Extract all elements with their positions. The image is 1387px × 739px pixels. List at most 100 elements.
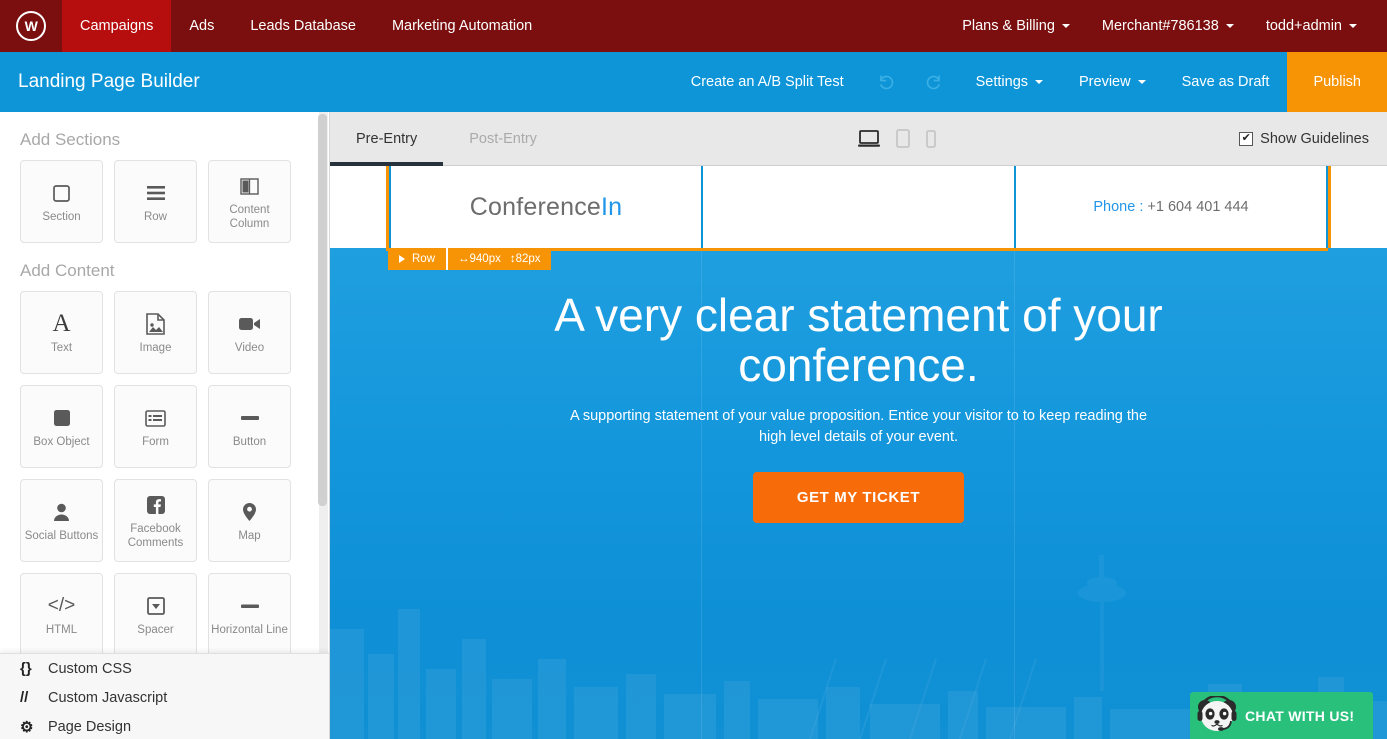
tile-facebook-comments[interactable]: Facebook Comments [114,479,197,562]
undo-icon [879,75,893,90]
tile-spacer[interactable]: Spacer [114,573,197,656]
tile-image-label: Image [139,342,172,355]
custom-javascript-label: Custom Javascript [48,689,168,706]
facebook-icon [146,490,165,520]
device-tablet-button[interactable] [896,129,910,148]
preview-button[interactable]: Preview [1061,52,1164,112]
site-logo-accent: In [601,192,623,221]
header-phone-cell[interactable]: Phone : +1 604 401 444 [1016,166,1326,248]
row-badge-left[interactable]: Row [388,253,446,265]
tile-content-column-label: Content Column [229,204,270,230]
page-header-row[interactable]: ConferenceIn Phone : +1 604 401 444 [330,166,1387,248]
tile-text-label: Text [50,342,73,355]
main-nav-items: Campaigns Ads Leads Database Marketing A… [62,0,550,52]
tile-map[interactable]: Map [208,479,291,562]
guideline-orange-right [1328,166,1331,248]
tile-html-label: HTML [45,624,78,637]
nav-item-ads[interactable]: Ads [171,0,232,52]
redo-button[interactable] [910,52,958,112]
tile-box-object[interactable]: Box Object [20,385,103,468]
tab-post-entry[interactable]: Post-Entry [443,112,563,166]
tile-video[interactable]: Video [208,291,291,374]
settings-button[interactable]: Settings [958,52,1061,112]
custom-css-button[interactable]: {} Custom CSS [0,654,329,683]
save-as-draft-button[interactable]: Save as Draft [1164,52,1288,112]
horizontal-line-icon [240,591,260,621]
tile-social-buttons[interactable]: Social Buttons [20,479,103,562]
site-logo-text: ConferenceIn [470,193,623,222]
header-middle-cell[interactable] [703,166,1014,248]
tile-row[interactable]: Row [114,160,197,243]
sidebar-scrollbar-track[interactable] [318,112,328,739]
tile-button[interactable]: Button [208,385,291,468]
nav-item-merchant[interactable]: Merchant#786138 [1086,0,1250,52]
image-icon [146,309,165,339]
header-logo-cell[interactable]: ConferenceIn [391,166,701,248]
tab-pre-entry[interactable]: Pre-Entry [330,112,444,166]
chevron-down-icon [1137,80,1146,84]
tile-html[interactable]: </> HTML [20,573,103,656]
tile-box-object-label: Box Object [33,436,90,449]
sidebar-scroll-area: Add Sections Section Row Content Column … [0,112,320,739]
toolbar-actions: Create an A/B Split Test Settings Previe… [673,52,1387,112]
columns-icon [240,171,259,201]
chat-widget[interactable]: CHAT WITH US! [1190,692,1373,739]
nav-item-plans-billing[interactable]: Plans & Billing [946,0,1086,52]
custom-javascript-button[interactable]: // Custom Javascript [0,683,329,712]
tile-form[interactable]: Form [114,385,197,468]
page-design-button[interactable]: ⚙ Page Design [0,712,329,739]
chevron-down-icon [1349,24,1357,28]
hero-headline[interactable]: A very clear statement of your conferenc… [539,290,1179,390]
tile-section-label: Section [42,211,81,224]
add-content-heading: Add Content [20,261,115,280]
nav-item-leads-database[interactable]: Leads Database [232,0,374,52]
chevron-down-icon [1035,80,1044,84]
nav-item-plans-billing-label: Plans & Billing [962,18,1055,34]
undo-button[interactable] [862,52,910,112]
tile-row-label: Row [143,211,167,224]
brand-logo[interactable]: W [0,0,62,52]
tile-form-label: Form [142,436,169,449]
row-width-metric: ↔940px [458,253,501,265]
show-guidelines-toggle[interactable]: ✔ Show Guidelines [1239,131,1369,147]
hero-subtext[interactable]: A supporting statement of your value pro… [559,406,1159,447]
create-ab-split-test-button[interactable]: Create an A/B Split Test [673,52,862,112]
settings-label: Settings [975,74,1029,90]
top-navigation-bar: W Campaigns Ads Leads Database Marketing… [0,0,1387,52]
sidebar-footer-panel: {} Custom CSS // Custom Javascript ⚙ Pag… [0,653,329,739]
sidebar-scrollbar-thumb[interactable] [318,114,327,506]
builder-sidebar: Add Sections Section Row Content Column … [0,112,330,739]
row-height-value: 82px [515,253,541,265]
spacer-icon [146,591,165,621]
custom-css-label: Custom CSS [48,660,132,677]
tile-text[interactable]: A Text [20,291,103,374]
double-slash-icon: // [20,689,29,706]
account-nav-items: Plans & Billing Merchant#786138 todd+adm… [946,0,1387,52]
get-my-ticket-button[interactable]: GET MY TICKET [752,471,965,523]
tile-image[interactable]: Image [114,291,197,374]
device-mobile-button[interactable] [926,129,936,148]
tile-spacer-label: Spacer [137,624,174,637]
page-canvas[interactable]: ConferenceIn Phone : +1 604 401 444 Row … [330,166,1387,739]
tile-section[interactable]: Section [20,160,103,243]
nav-item-campaigns[interactable]: Campaigns [62,0,172,52]
nav-item-marketing-automation[interactable]: Marketing Automation [374,0,550,52]
nav-item-merchant-label: Merchant#786138 [1101,18,1219,34]
device-desktop-button[interactable] [858,129,880,148]
publish-button[interactable]: Publish [1287,52,1387,112]
tile-horizontal-line[interactable]: Horizontal Line [208,573,291,656]
curly-braces-icon: {} [20,660,32,677]
mobile-icon [926,129,936,148]
landing-page-builder-app: W Campaigns Ads Leads Database Marketing… [0,0,1387,739]
show-guidelines-checkbox[interactable]: ✔ [1239,131,1254,146]
hero-section[interactable]: A very clear statement of your conferenc… [330,248,1387,739]
site-logo-primary: Conference [469,192,601,221]
tile-map-label: Map [238,530,261,543]
row-selection-badge[interactable]: Row ↔940px ↕82px [388,248,551,270]
tile-horizontal-line-label: Horizontal Line [211,624,288,637]
nav-item-user-account[interactable]: todd+admin [1250,0,1373,52]
tile-content-column[interactable]: Content Column [208,160,291,243]
gear-icon: ⚙ [20,718,34,736]
header-phone-label: Phone : [1093,199,1144,215]
expand-triangle-icon [399,255,405,263]
